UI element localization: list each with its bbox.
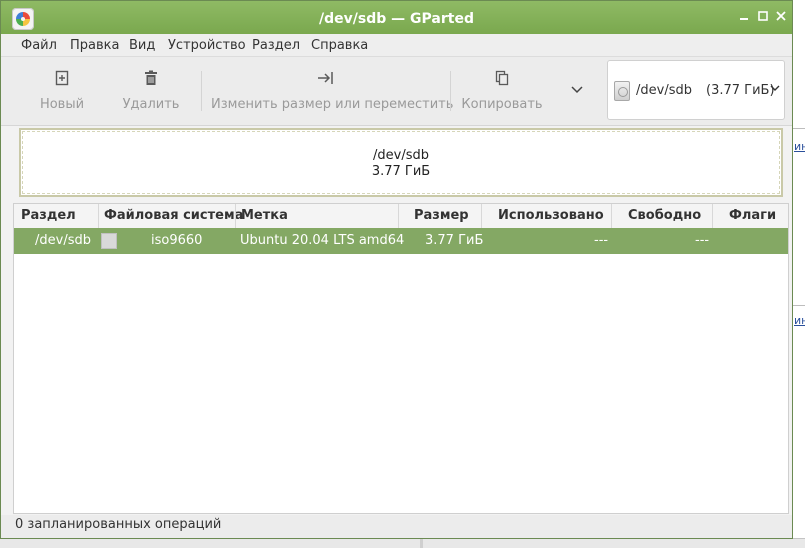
copy-label: Копировать — [461, 97, 543, 112]
background-divider — [792, 128, 805, 129]
close-icon[interactable] — [774, 11, 788, 25]
new-label: Новый — [39, 97, 85, 112]
cell-partition: /dev/sdb — [35, 233, 91, 248]
header-partition[interactable]: Раздел — [21, 204, 76, 228]
menu-edit[interactable]: Правка — [70, 38, 119, 53]
menu-partition[interactable]: Раздел — [252, 38, 300, 53]
toolbar-separator — [201, 71, 202, 111]
table-header: Раздел Файловая система Метка Размер Исп… — [14, 204, 788, 229]
resize-arrow-icon — [211, 70, 441, 88]
gparted-window: /dev/sdb — GParted Файл Правка Вид Устро… — [0, 0, 793, 539]
header-size[interactable]: Размер — [414, 204, 469, 228]
toolbar: Новый Удалить Изменить размер или переме… — [1, 56, 792, 126]
resize-move-label: Изменить размер или переместить — [211, 97, 454, 112]
background-divider — [792, 305, 805, 306]
toolbar-separator — [450, 71, 451, 111]
menu-view[interactable]: Вид — [129, 38, 155, 53]
disk-map-size: 3.77 ГиБ — [371, 164, 431, 179]
device-size: (3.77 ГиБ) — [706, 83, 775, 98]
cell-free: --- — [695, 233, 710, 248]
header-used[interactable]: Использовано — [498, 204, 604, 228]
new-partition-icon — [21, 70, 103, 88]
cell-label: Ubuntu 20.04 LTS amd64 — [240, 233, 405, 248]
header-flags[interactable]: Флаги — [729, 204, 776, 228]
background-link-fragment: ин — [794, 140, 805, 153]
pending-operations: 0 запланированных операций — [15, 517, 222, 532]
cell-used: --- — [594, 233, 609, 248]
more-button[interactable] — [563, 57, 591, 125]
status-bar: 0 запланированных операций — [1, 515, 792, 538]
copy-icon — [459, 70, 545, 88]
table-row[interactable]: /dev/sdb iso9660 Ubuntu 20.04 LTS amd64 … — [14, 228, 788, 254]
partition-table: Раздел Файловая система Метка Размер Исп… — [13, 203, 789, 514]
disk-map[interactable]: /dev/sdb 3.77 ГиБ — [19, 128, 783, 197]
title-bar[interactable]: /dev/sdb — GParted — [1, 1, 792, 34]
filesystem-color-swatch — [101, 233, 117, 249]
disk-icon — [614, 81, 630, 101]
device-selector[interactable]: /dev/sdb (3.77 ГиБ) — [607, 60, 785, 120]
resize-move-button[interactable]: Изменить размер или переместить — [211, 57, 454, 125]
device-name: /dev/sdb — [636, 83, 692, 98]
menu-help[interactable]: Справка — [311, 38, 368, 53]
menu-device[interactable]: Устройство — [168, 38, 246, 53]
disk-map-device: /dev/sdb — [373, 148, 429, 163]
background-window-edge: ин ин — [792, 0, 805, 547]
delete-label: Удалить — [122, 97, 180, 112]
window-title: /dev/sdb — GParted — [319, 11, 474, 27]
trash-icon — [111, 70, 191, 88]
minimize-icon[interactable] — [737, 11, 751, 25]
cell-filesystem: iso9660 — [151, 233, 203, 248]
copy-button[interactable]: Копировать — [459, 57, 545, 125]
chevron-down-icon — [563, 83, 591, 101]
delete-button[interactable]: Удалить — [111, 57, 191, 125]
menu-file[interactable]: Файл — [21, 38, 57, 53]
new-button[interactable]: Новый — [21, 57, 103, 125]
menu-bar: Файл Правка Вид Устройство Раздел Справк… — [1, 34, 792, 56]
chevron-down-icon — [770, 81, 780, 96]
cell-size: 3.77 ГиБ — [425, 233, 484, 248]
header-filesystem[interactable]: Файловая система — [104, 204, 243, 228]
maximize-icon[interactable] — [756, 11, 770, 25]
header-free[interactable]: Свободно — [628, 204, 701, 228]
header-label[interactable]: Метка — [241, 204, 288, 228]
background-link-fragment: ин — [794, 314, 805, 327]
